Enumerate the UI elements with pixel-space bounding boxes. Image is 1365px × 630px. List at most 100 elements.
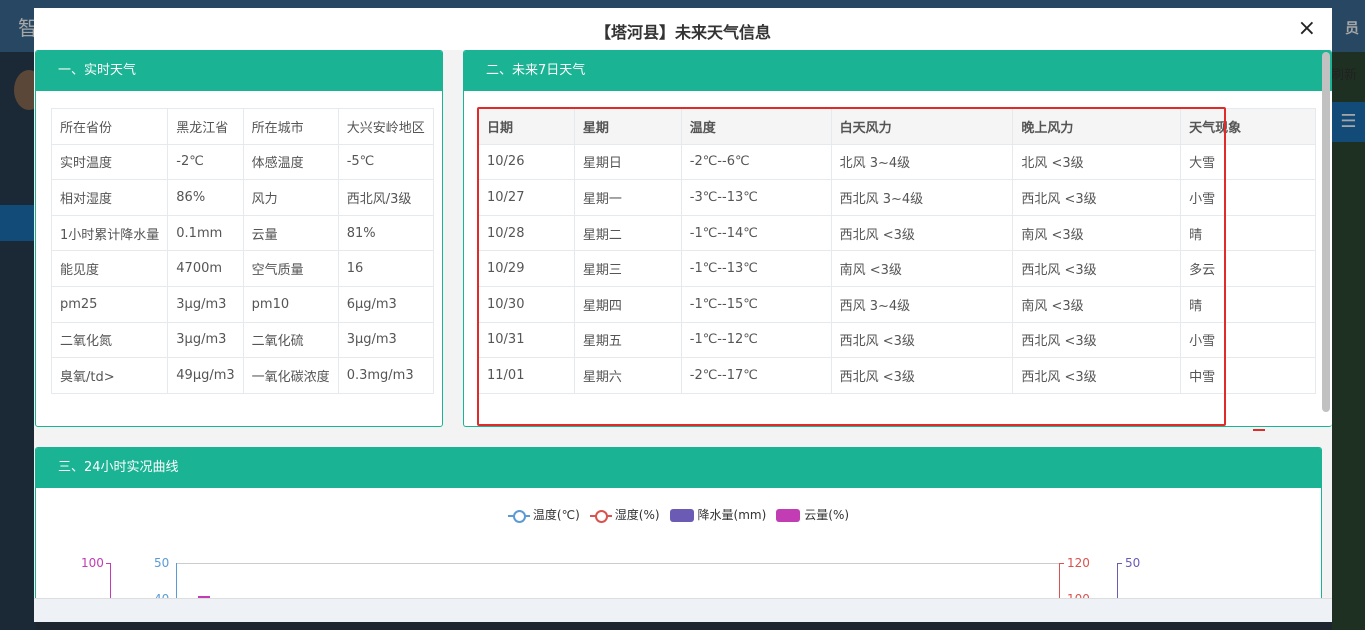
column-header: 温度 xyxy=(680,108,832,145)
panel-heading: 一、实时天气 xyxy=(36,51,442,91)
table-cell: 臭氧/td> xyxy=(50,357,169,394)
table-row: 1小时累计降水量 0.1mm 云量 81% xyxy=(50,214,434,252)
table-cell: 西北风 <3级 xyxy=(1012,357,1182,394)
table-cell: 星期四 xyxy=(573,285,682,323)
legend-item[interactable]: 湿度(%) xyxy=(589,506,660,523)
table-cell: 云量 xyxy=(242,214,339,252)
table-row: 10/28 星期二 -1℃--14℃ 西北风 <3级 南风 <3级晴 xyxy=(478,214,1316,252)
legend-label: 温度(℃) xyxy=(532,508,580,522)
table-cell: 86% xyxy=(167,179,244,216)
legend-line-icon xyxy=(589,509,612,523)
table-cell: 南风 <3级 xyxy=(1012,214,1182,252)
table-cell: 北风 3~4级 xyxy=(830,143,1014,181)
table-cell: 星期日 xyxy=(573,143,682,181)
grid-line xyxy=(177,563,1059,564)
table-cell: 11/01 xyxy=(478,357,575,394)
axis-tick xyxy=(1059,563,1064,564)
legend-item[interactable]: 云量(%) xyxy=(776,506,849,523)
table-cell: 星期三 xyxy=(573,250,682,287)
legend-item[interactable]: 温度(℃) xyxy=(507,506,580,523)
table-cell: 二氧化氮 xyxy=(50,321,169,359)
legend-line-icon xyxy=(507,509,530,523)
table-cell: -1℃--15℃ xyxy=(680,285,832,323)
table-row: 能见度 4700m 空气质量 16 xyxy=(50,250,434,287)
table-cell: -2℃ xyxy=(167,143,244,181)
table-cell: 3μg/m3 xyxy=(337,321,434,359)
table-cell: 西北风 <3级 xyxy=(1012,179,1182,216)
forecast-panel: 二、未来7日天气 日期 星期 温度 白天风力 晚上风力 天气现象 10/26 星期日 -2℃--… xyxy=(463,50,1332,427)
column-header: 晚上风力 xyxy=(1012,108,1182,145)
table-cell: -2℃--6℃ xyxy=(680,143,832,181)
table-row: 二氧化氮 3μg/m3 二氧化硫 3μg/m3 xyxy=(50,321,434,359)
legend-label: 降水量(mm) xyxy=(697,508,767,522)
table-cell: 星期六 xyxy=(573,357,682,394)
modal-scrollbar[interactable] xyxy=(1322,52,1330,412)
table-cell: 晴 xyxy=(1180,285,1316,323)
table-row: 10/31 星期五 -1℃--12℃ 西北风 <3级 西北风 <3级 小雪 xyxy=(478,321,1316,359)
table-row: 10/29 星期三 -1℃--13℃ 南风 <3级 西北风 <3级 多云 xyxy=(478,250,1316,287)
table-cell: 南风 <3级 xyxy=(1012,285,1182,323)
table-cell: 大雪 xyxy=(1180,143,1316,181)
legend-box-icon xyxy=(776,509,801,522)
table-cell: 0.3mg/m3 xyxy=(337,357,434,394)
table-cell: 西北风 <3级 xyxy=(1012,321,1182,359)
table-cell: -1℃--14℃ xyxy=(680,214,832,252)
table-cell: 10/31 xyxy=(478,321,575,359)
table-cell: 西北风 <3级 xyxy=(830,357,1014,394)
table-cell: 能见度 xyxy=(50,250,169,287)
table-cell: pm25 xyxy=(50,285,169,323)
axis-tick-label: 50 xyxy=(1125,556,1141,570)
table-cell: 北风 <3级 xyxy=(1012,143,1182,181)
axis-tick-label: 50 xyxy=(154,556,170,570)
table-cell: 西北风 <3级 xyxy=(1012,250,1182,287)
table-cell: 49μg/m3 xyxy=(167,357,244,394)
table-cell: 西北风/3级 xyxy=(337,179,434,216)
table-cell: 多云 xyxy=(1180,250,1316,287)
table-cell: 10/29 xyxy=(478,250,575,287)
table-cell: 西北风 3~4级 xyxy=(830,179,1014,216)
axis-line xyxy=(1059,563,1060,598)
axis-tick-label: 100 xyxy=(81,556,104,570)
legend-label: 湿度(%) xyxy=(614,508,660,522)
table-row: 10/27 星期一 -3℃--13℃ 西北风 3~4级 西北风 <3级 小雪 xyxy=(478,179,1316,216)
table-cell: 一氧化碳浓度 xyxy=(242,357,339,394)
axis-tick xyxy=(1117,563,1122,564)
table-cell: -2℃--17℃ xyxy=(680,357,832,394)
realtime-table: 所在省份 黑龙江省 所在城市 大兴安岭地区 实时温度 -2℃ 体感温度 -5℃ 相对湿度 86% 风… xyxy=(50,108,434,394)
close-icon[interactable]: × xyxy=(1298,18,1316,40)
table-cell: 星期五 xyxy=(573,321,682,359)
table-cell: 西北风 <3级 xyxy=(830,214,1014,252)
legend-item[interactable]: 降水量(mm) xyxy=(669,506,767,523)
column-header: 日期 xyxy=(478,108,575,145)
table-cell: -1℃--12℃ xyxy=(680,321,832,359)
panel-heading: 三、24小时实况曲线 xyxy=(36,448,1321,488)
column-header: 天气现象 xyxy=(1180,108,1316,145)
modal-footer xyxy=(34,598,1332,622)
table-header-row: 日期 星期 温度 白天风力 晚上风力 天气现象 xyxy=(478,108,1316,145)
table-cell: 10/27 xyxy=(478,179,575,216)
legend-label: 云量(%) xyxy=(804,508,850,522)
chart-legend[interactable]: 温度(℃) 湿度(%) 降水量(mm) 云量(%) xyxy=(36,506,1321,523)
table-cell: 16 xyxy=(337,250,434,287)
table-cell: 体感温度 xyxy=(242,143,339,181)
table-cell: -1℃--13℃ xyxy=(680,250,832,287)
axis-line xyxy=(1117,563,1118,598)
table-cell: 晴 xyxy=(1180,214,1316,252)
table-cell: 10/28 xyxy=(478,214,575,252)
legend-box-icon xyxy=(669,509,694,522)
table-cell: 1小时累计降水量 xyxy=(50,214,169,252)
table-row: 实时温度 -2℃ 体感温度 -5℃ xyxy=(50,143,434,181)
table-cell: pm10 xyxy=(242,285,339,323)
column-header: 白天风力 xyxy=(830,108,1014,145)
table-cell: 小雪 xyxy=(1180,321,1316,359)
table-cell: 10/26 xyxy=(478,143,575,181)
table-row: pm25 3μg/m3 pm10 6μg/m3 xyxy=(50,285,434,323)
table-cell: 6μg/m3 xyxy=(337,285,434,323)
table-cell: 南风 <3级 xyxy=(830,250,1014,287)
table-cell: 4700m xyxy=(167,250,244,287)
table-cell: 二氧化硫 xyxy=(242,321,339,359)
table-cell: 黑龙江省 xyxy=(167,108,244,145)
column-header: 星期 xyxy=(573,108,682,145)
table-cell: 大兴安岭地区 xyxy=(337,108,434,145)
table-cell: 空气质量 xyxy=(242,250,339,287)
